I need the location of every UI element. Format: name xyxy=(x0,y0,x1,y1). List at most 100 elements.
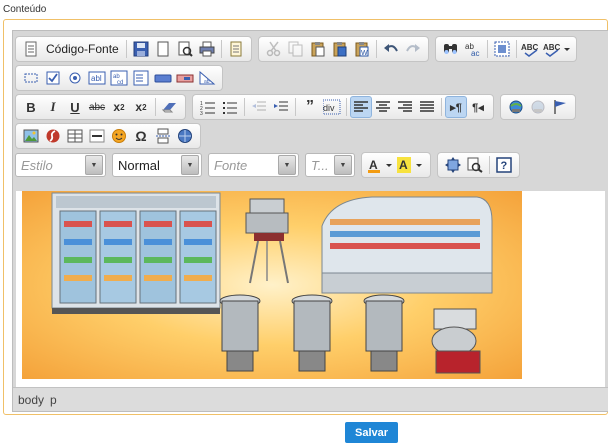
toolbar-group-insert: Ω xyxy=(15,123,201,149)
print-icon[interactable] xyxy=(196,38,218,60)
save-icon[interactable] xyxy=(130,38,152,60)
chevron-down-icon: ▼ xyxy=(181,155,199,175)
special-char-icon[interactable]: Ω xyxy=(130,125,152,147)
form-icon[interactable] xyxy=(20,67,42,89)
product-image[interactable] xyxy=(22,191,522,379)
replace-icon[interactable]: ab ac xyxy=(462,38,484,60)
numbered-list-icon[interactable]: 123 xyxy=(197,96,219,118)
element-path-bar: body p xyxy=(13,387,608,411)
toolbar-group-tools: ? xyxy=(437,152,520,178)
find-icon[interactable] xyxy=(440,38,462,60)
text-color-icon[interactable]: A xyxy=(366,154,396,176)
spellcheck-as-you-type-icon[interactable]: ABC xyxy=(542,38,572,60)
separator xyxy=(244,98,245,116)
svg-text:ac: ac xyxy=(471,49,479,57)
indent-icon[interactable] xyxy=(270,96,292,118)
chevron-down-icon: ▼ xyxy=(278,155,296,175)
element-path-body[interactable]: body xyxy=(18,393,44,407)
section-label: Conteúdo xyxy=(3,4,47,15)
button-field-icon[interactable] xyxy=(152,67,174,89)
separator xyxy=(125,40,127,58)
align-left-icon[interactable] xyxy=(350,96,372,118)
format-select[interactable]: Normal ▼ xyxy=(112,153,202,177)
element-path-p[interactable]: p xyxy=(50,393,57,407)
text-field-icon[interactable]: abl xyxy=(86,67,108,89)
align-center-icon[interactable] xyxy=(372,96,394,118)
source-button[interactable]: Código-Fonte xyxy=(42,38,123,60)
text-direction-rtl-icon[interactable]: ¶◂ xyxy=(467,96,489,118)
editor-content-area[interactable] xyxy=(16,191,605,387)
image-icon[interactable] xyxy=(20,125,42,147)
paste-icon[interactable] xyxy=(307,38,329,60)
separator xyxy=(155,98,156,116)
rich-text-editor: Código-Fonte W ab ac ABC ABC abl ab cd a… xyxy=(12,30,608,412)
bold-button[interactable]: B xyxy=(20,96,42,118)
svg-text:ab: ab xyxy=(204,79,210,85)
checkbox-icon[interactable] xyxy=(42,67,64,89)
text-direction-ltr-icon[interactable]: ▸¶ xyxy=(445,96,467,118)
copy-icon[interactable] xyxy=(285,38,307,60)
svg-text:3: 3 xyxy=(200,111,203,115)
toolbar-row-1: Código-Fonte W ab ac ABC ABC xyxy=(15,35,583,63)
unlink-icon[interactable] xyxy=(527,96,549,118)
align-right-icon[interactable] xyxy=(394,96,416,118)
svg-text:A: A xyxy=(369,158,378,172)
paste-text-icon[interactable] xyxy=(329,38,351,60)
redo-icon[interactable] xyxy=(402,38,424,60)
select-all-icon[interactable] xyxy=(491,38,513,60)
separator xyxy=(375,40,377,58)
juice-extractor-illustration xyxy=(219,294,405,372)
underline-button[interactable]: U xyxy=(64,96,86,118)
flash-icon[interactable] xyxy=(42,125,64,147)
background-color-icon[interactable]: A xyxy=(396,154,426,176)
svg-text:W: W xyxy=(361,50,368,57)
textarea-icon[interactable]: ab cd xyxy=(108,67,130,89)
subscript-button[interactable]: x2 xyxy=(108,96,130,118)
div-container-icon[interactable]: div xyxy=(321,96,343,118)
help-icon[interactable]: ? xyxy=(493,154,515,176)
bulleted-list-icon[interactable] xyxy=(219,96,241,118)
link-icon[interactable] xyxy=(505,96,527,118)
new-page-icon[interactable] xyxy=(152,38,174,60)
table-icon[interactable] xyxy=(64,125,86,147)
font-size-select[interactable]: T... ▼ xyxy=(305,153,355,177)
templates-icon[interactable] xyxy=(225,38,247,60)
maximize-icon[interactable] xyxy=(442,154,464,176)
show-blocks-icon[interactable] xyxy=(464,154,486,176)
select-field-icon[interactable] xyxy=(130,67,152,89)
separator xyxy=(486,40,488,58)
smiley-icon[interactable] xyxy=(108,125,130,147)
separator xyxy=(489,156,490,174)
separator xyxy=(346,98,347,116)
toolbar-group-colors: A A xyxy=(361,152,431,178)
preview-icon[interactable] xyxy=(174,38,196,60)
outdent-icon[interactable] xyxy=(248,96,270,118)
anchor-icon[interactable] xyxy=(549,96,571,118)
style-select[interactable]: Estilo ▼ xyxy=(15,153,106,177)
dough-sheeter-illustration xyxy=(245,198,289,284)
toolbar-row-5: Estilo ▼ Normal ▼ Fonte ▼ T... ▼ A A ? xyxy=(15,151,526,179)
blockquote-icon[interactable]: ” xyxy=(299,96,321,118)
horizontal-rule-icon[interactable] xyxy=(86,125,108,147)
image-button-icon[interactable] xyxy=(174,67,196,89)
source-icon[interactable] xyxy=(20,38,42,60)
toolbar-group-find: ab ac ABC ABC xyxy=(434,36,577,62)
italic-button[interactable]: I xyxy=(42,96,64,118)
page-break-icon[interactable] xyxy=(152,125,174,147)
paste-word-icon[interactable]: W xyxy=(351,38,373,60)
save-button[interactable]: Salvar xyxy=(345,422,398,443)
align-justify-icon[interactable] xyxy=(416,96,438,118)
superscript-button[interactable]: x2 xyxy=(130,96,152,118)
cut-icon[interactable] xyxy=(263,38,285,60)
strikethrough-button[interactable]: abc xyxy=(86,96,108,118)
separator xyxy=(220,40,222,58)
hidden-field-icon[interactable]: ab xyxy=(196,67,218,89)
iframe-icon[interactable] xyxy=(174,125,196,147)
undo-icon[interactable] xyxy=(380,38,402,60)
toolbar-row-3: B I U abc x2 x2 123 ” div ▸¶ ¶◂ xyxy=(15,93,582,121)
spellcheck-icon[interactable]: ABC xyxy=(520,38,542,60)
remove-format-icon[interactable] xyxy=(159,96,181,118)
toolbar-group-links xyxy=(500,94,576,120)
font-select[interactable]: Fonte ▼ xyxy=(208,153,299,177)
radio-icon[interactable] xyxy=(64,67,86,89)
